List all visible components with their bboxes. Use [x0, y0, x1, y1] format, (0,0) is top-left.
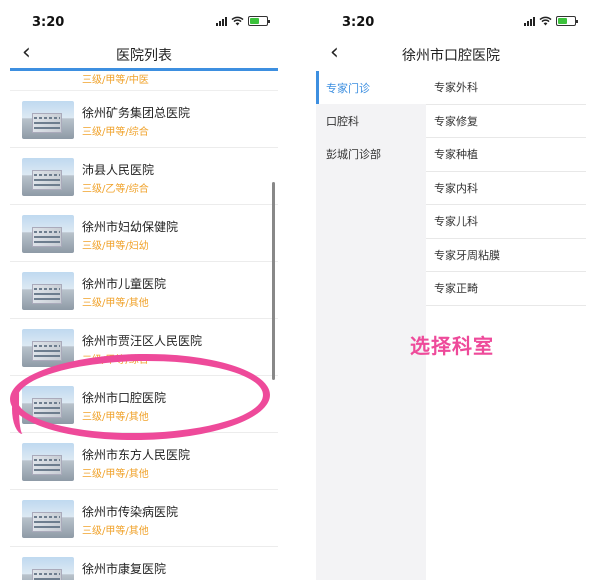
wifi-icon — [231, 16, 244, 26]
hospital-name: 徐州市儿童医院 — [82, 277, 167, 291]
department-item[interactable]: 专家正畸 — [426, 272, 586, 306]
hospital-photo — [22, 158, 74, 196]
hospital-item[interactable]: 徐州市传染病医院 三级/甲等/其他 — [10, 490, 278, 547]
hospital-name: 徐州市口腔医院 — [82, 391, 167, 405]
department-item[interactable]: 专家修复 — [426, 105, 586, 138]
hospital-photo — [22, 215, 74, 253]
battery-icon — [556, 16, 578, 26]
battery-icon — [248, 16, 270, 26]
wifi-icon — [539, 16, 552, 26]
hospital-photo — [22, 329, 74, 367]
list-item-partial[interactable]: 三级/甲等/中医 — [10, 71, 278, 91]
hospital-list-screen: 3:20 ‹ 医院列表 三级/甲等/中医 徐州矿务集团总医院 三级/甲等/综合 沛… — [10, 0, 278, 580]
hospital-tag: 三级/甲等/其他 — [82, 412, 149, 423]
nav-bar: ‹ 医院列表 — [10, 40, 278, 70]
hospital-photo — [22, 500, 74, 538]
department-item[interactable]: 专家外科 — [426, 71, 586, 105]
nav-bar: ‹ 徐州市口腔医院 — [316, 40, 586, 70]
category-sidebar: 专家门诊 口腔科 彭城门诊部 — [316, 71, 426, 580]
hospital-item[interactable]: 徐州市妇幼保健院 三级/甲等/妇幼 — [10, 205, 278, 262]
hospital-item[interactable]: 徐州市康复医院 — [10, 547, 278, 580]
page-title: 徐州市口腔医院 — [402, 48, 500, 64]
annotation-label: 选择科室 — [410, 334, 494, 358]
signal-icon — [216, 16, 227, 26]
status-bar: 3:20 — [316, 0, 586, 36]
hospital-tag: 三级/甲等/中医 — [82, 75, 149, 86]
hospital-name: 徐州市传染病医院 — [82, 505, 179, 519]
category-pengcheng-clinic[interactable]: 彭城门诊部 — [316, 137, 426, 170]
hospital-item[interactable]: 徐州市东方人民医院 三级/甲等/其他 — [10, 433, 278, 490]
hospital-item-selected[interactable]: 徐州市口腔医院 三级/甲等/其他 — [10, 376, 278, 433]
hospital-item[interactable]: 徐州市儿童医院 三级/甲等/其他 — [10, 262, 278, 319]
signal-icon — [524, 16, 535, 26]
hospital-photo — [22, 272, 74, 310]
hospital-tag: 三级/甲等/其他 — [82, 469, 149, 480]
hospital-item[interactable]: 徐州矿务集团总医院 三级/甲等/综合 — [10, 91, 278, 148]
status-time: 3:20 — [32, 15, 65, 30]
hospital-name: 徐州市康复医院 — [82, 562, 167, 576]
hospital-tag: 三级/甲等/综合 — [82, 127, 149, 138]
hospital-tag: 三级/甲等/妇幼 — [82, 241, 149, 252]
hospital-tag: 三级/甲等/其他 — [82, 526, 149, 537]
hospital-item[interactable]: 沛县人民医院 三级/乙等/综合 — [10, 148, 278, 205]
status-time: 3:20 — [342, 15, 375, 30]
category-expert-clinic[interactable]: 专家门诊 — [316, 71, 426, 104]
department-item[interactable]: 专家内科 — [426, 172, 586, 205]
hospital-name: 徐州市妇幼保健院 — [82, 220, 179, 234]
hospital-name: 徐州市东方人民医院 — [82, 448, 191, 462]
hospital-name: 徐州矿务集团总医院 — [82, 106, 191, 120]
hospital-name: 徐州市贾汪区人民医院 — [82, 334, 203, 348]
hospital-list[interactable]: 三级/甲等/中医 徐州矿务集团总医院 三级/甲等/综合 沛县人民医院 三级/乙等/综… — [10, 71, 278, 580]
status-indicators — [216, 16, 270, 26]
department-item[interactable]: 专家儿科 — [426, 205, 586, 239]
hospital-tag: 二级/甲等/综合 — [82, 355, 149, 366]
status-indicators — [524, 16, 578, 26]
page-title: 医院列表 — [116, 48, 172, 64]
department-item[interactable]: 专家种植 — [426, 138, 586, 172]
hospital-photo — [22, 386, 74, 424]
hospital-tag: 三级/乙等/综合 — [82, 184, 149, 195]
scrollbar[interactable] — [272, 182, 275, 380]
hospital-name: 沛县人民医院 — [82, 163, 155, 177]
hospital-photo — [22, 557, 74, 580]
hospital-item[interactable]: 徐州市贾汪区人民医院 二级/甲等/综合 — [10, 319, 278, 376]
hospital-photo — [22, 101, 74, 139]
hospital-photo — [22, 443, 74, 481]
department-item[interactable]: 专家牙周粘膜 — [426, 239, 586, 272]
department-screen: 3:20 ‹ 徐州市口腔医院 专家门诊 口腔科 彭城门诊部 专家外科 专家修复 … — [316, 0, 586, 580]
category-stomatology[interactable]: 口腔科 — [316, 104, 426, 137]
status-bar: 3:20 — [10, 0, 278, 36]
hospital-tag: 三级/甲等/其他 — [82, 298, 149, 309]
department-list: 专家外科 专家修复 专家种植 专家内科 专家儿科 专家牙周粘膜 专家正畸 — [426, 71, 586, 306]
